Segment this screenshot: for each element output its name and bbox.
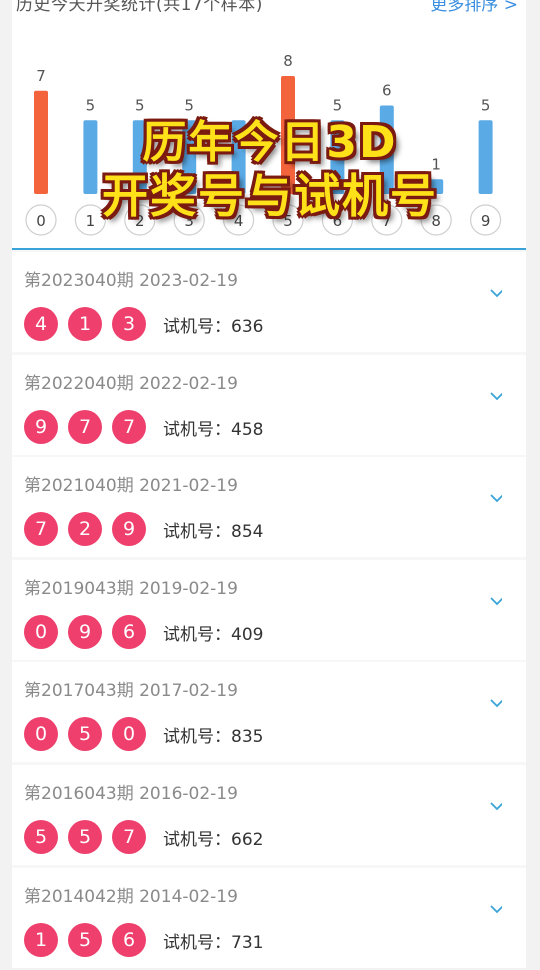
bar-digit-3	[182, 120, 197, 194]
digit-tick-label: 1	[86, 212, 96, 230]
bar-digit-0	[34, 90, 48, 194]
trial-number: 试机号：636	[163, 317, 264, 337]
bar-value-label: 6	[382, 82, 392, 100]
digit-tick-label: 4	[234, 212, 244, 230]
digit-tick-label: 9	[481, 212, 491, 230]
winning-balls: 557	[24, 819, 156, 854]
bar-digit-5	[281, 76, 295, 194]
number-ball: 0	[112, 717, 146, 752]
draw-issue-date: 第2019043期 2019-02-19	[24, 578, 238, 599]
bar-value-label: 5	[333, 96, 343, 114]
chevron-down-icon[interactable]	[490, 493, 502, 505]
draw-card[interactable]: 第2022040期 2022-02-19 9 7 7 试机号：458	[12, 354, 526, 455]
number-ball: 6	[112, 922, 146, 957]
number-ball: 7	[68, 409, 102, 444]
chevron-down-icon[interactable]	[490, 391, 502, 403]
trial-number: 试机号：835	[163, 727, 264, 748]
draw-card[interactable]: 第2023040期 2023-02-19 4 1 3 试机号：636	[12, 252, 526, 352]
number-ball: 2	[68, 512, 102, 547]
winning-balls: 977	[24, 409, 156, 444]
bar-value-label: 5	[184, 96, 194, 114]
number-ball: 5	[68, 922, 102, 957]
draw-issue-date: 第2014042期 2014-02-19	[24, 886, 238, 907]
bar-value-label: 1	[431, 155, 441, 173]
bar-value-label: 5	[135, 96, 145, 114]
number-ball: 5	[68, 717, 102, 752]
draw-issue-date: 第2021040期 2021-02-19	[24, 476, 238, 497]
bar-digit-8	[429, 179, 444, 194]
chevron-down-icon[interactable]	[490, 904, 502, 916]
digit-tick-label: 5	[283, 212, 293, 230]
number-ball: 7	[24, 512, 58, 547]
chevron-down-icon[interactable]	[490, 698, 502, 710]
bar-digit-9	[478, 120, 493, 194]
trial-number: 试机号：409	[163, 624, 264, 645]
bar-value-label: 5	[86, 96, 96, 114]
winning-balls: 729	[24, 512, 156, 547]
number-ball: 7	[112, 409, 146, 444]
draw-issue-date: 第2017043期 2017-02-19	[24, 681, 238, 702]
number-ball: 9	[24, 409, 58, 444]
draw-card[interactable]: 第2019043期 2019-02-19 0 9 6 试机号：409	[12, 559, 526, 660]
number-ball: 9	[68, 614, 102, 649]
bar-digit-7	[379, 105, 394, 194]
number-ball: 7	[112, 819, 146, 854]
bar-digit-4	[231, 120, 246, 194]
digit-tick-label: 3	[184, 212, 194, 230]
number-ball: 0	[24, 614, 58, 649]
digit-tick-label: 2	[135, 212, 145, 230]
trial-number: 试机号：662	[163, 829, 264, 850]
stats-panel: 历史今天开奖统计(共17个样本) 更多排序 > 7051525348556671…	[12, 0, 526, 250]
draw-issue-date: 第2022040期 2022-02-19	[24, 373, 238, 394]
number-ball: 3	[112, 307, 146, 341]
winning-balls: 413	[24, 307, 156, 341]
bar-value-label: 8	[283, 52, 293, 70]
trial-number: 试机号：731	[163, 932, 264, 953]
number-ball: 4	[24, 307, 58, 341]
draw-card[interactable]: 第2021040期 2021-02-19 7 2 9 试机号：854	[12, 457, 526, 558]
number-ball: 9	[112, 512, 146, 547]
number-ball: 1	[68, 307, 102, 341]
number-ball: 6	[112, 614, 146, 649]
bar-digit-6	[330, 120, 345, 194]
winning-balls: 096	[24, 614, 156, 649]
draw-card[interactable]: 第2014042期 2014-02-19 1 5 6 试机号：731	[12, 867, 526, 968]
chevron-down-icon[interactable]	[490, 596, 502, 608]
digit-tick-label: 0	[36, 212, 46, 230]
chevron-down-icon[interactable]	[490, 288, 502, 300]
bar-digit-1	[83, 120, 98, 194]
page: 历史今天开奖统计(共17个样本) 更多排序 > 7051525348556671…	[12, 0, 526, 968]
draw-card[interactable]: 第2016043期 2016-02-19 5 5 7 试机号：662	[12, 764, 526, 865]
digit-frequency-chart: 7 0 5 1 5 2 5 3 4 8 5 5 6 6 7 1 8 5 9	[25, 52, 502, 236]
number-ball: 5	[24, 819, 58, 854]
draw-issue-date: 第2023040期 2023-02-19	[24, 271, 238, 291]
winning-balls: 156	[24, 922, 156, 957]
bar-value-label: 7	[36, 67, 46, 85]
trial-number: 试机号：458	[163, 419, 264, 440]
number-ball: 1	[24, 922, 58, 957]
number-ball: 5	[68, 819, 102, 854]
digit-tick-label: 8	[431, 212, 441, 230]
draw-card[interactable]: 第2017043期 2017-02-19 0 5 0 试机号：835	[12, 662, 526, 763]
winning-balls: 050	[24, 717, 156, 752]
number-ball: 0	[24, 717, 58, 752]
digit-tick-label: 7	[382, 212, 392, 230]
bar-value-label: 5	[481, 96, 491, 114]
chevron-down-icon[interactable]	[490, 801, 502, 813]
draw-issue-date: 第2016043期 2016-02-19	[24, 783, 238, 804]
digit-tick-label: 6	[333, 212, 343, 230]
trial-number: 试机号：854	[163, 522, 264, 543]
bar-digit-2	[132, 120, 147, 194]
draw-list: 第2023040期 2023-02-19 4 1 3 试机号：636 第2022040期 …	[12, 252, 526, 970]
